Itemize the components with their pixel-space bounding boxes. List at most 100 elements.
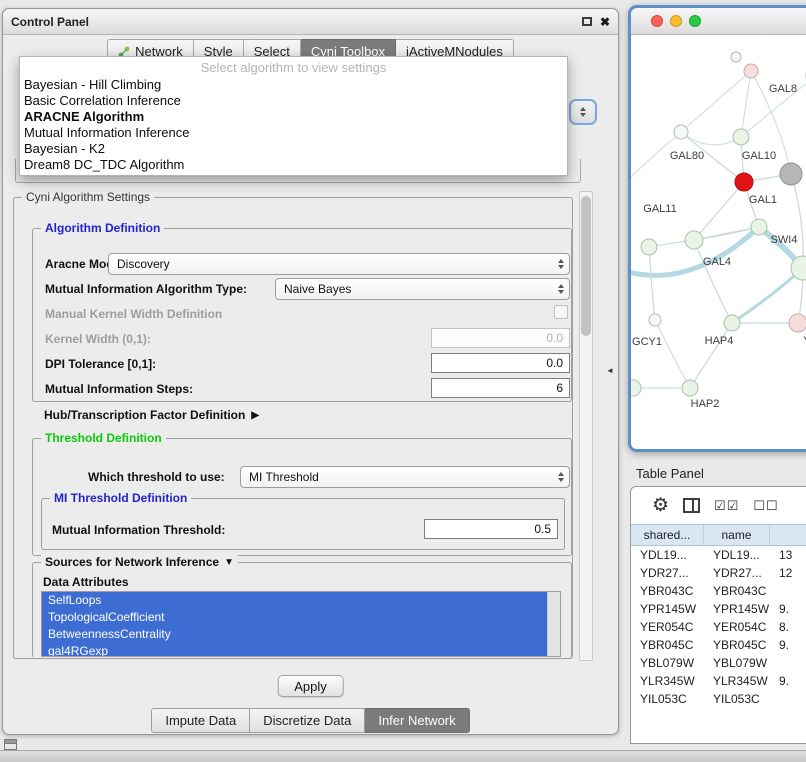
node-label: SWI4 — [771, 234, 798, 246]
column-selector-icon[interactable] — [683, 498, 700, 513]
table-row[interactable]: YPR145WYPR145W9. — [631, 600, 806, 618]
mi-steps-field[interactable]: 6 — [431, 378, 570, 398]
algorithm-popup-item[interactable]: Bayesian - Hill Climbing — [20, 77, 567, 93]
control-panel-titlebar[interactable]: Control Panel ✖ — [3, 9, 618, 35]
table-row[interactable]: YER054CYER054C8. — [631, 618, 806, 636]
column-header-shared-name[interactable]: shared... — [631, 525, 704, 545]
algorithm-popup-item[interactable]: Bayesian - K2 — [20, 141, 567, 157]
cyni-bottom-tabbar: Impute Data Discretize Data Infer Networ… — [3, 708, 618, 733]
algorithm-popup-item[interactable]: Dream8 DC_TDC Algorithm — [20, 157, 567, 173]
node-label: GAL10 — [742, 150, 776, 162]
network-window-titlebar[interactable] — [631, 8, 806, 35]
close-icon[interactable]: ✖ — [600, 16, 610, 28]
show-panel-icon[interactable] — [4, 739, 17, 750]
select-all-icon[interactable]: ☑☑ — [714, 499, 739, 512]
network-node[interactable] — [685, 231, 703, 249]
attribute-list-item[interactable]: gal4RGexp — [42, 643, 547, 657]
table-row[interactable]: YDR27...YDR27...12 — [631, 564, 806, 582]
network-node[interactable] — [649, 314, 661, 326]
kernel-width-field[interactable]: 0.0 — [431, 328, 570, 348]
mi-threshold-field[interactable]: 0.5 — [424, 519, 558, 539]
algorithm-popup-list: Bayesian - Hill ClimbingBasic Correlatio… — [20, 77, 567, 173]
network-canvas[interactable]: GAL8GAL80GAL10GAL11GAL1SWI4GAL4GCY1HAP4H… — [631, 35, 806, 449]
network-node[interactable] — [641, 239, 657, 255]
network-node[interactable] — [733, 129, 749, 145]
dpi-tolerance-field[interactable]: 0.0 — [431, 353, 570, 373]
manual-kernel-label: Manual Kernel Width Definition — [45, 307, 222, 321]
hub-definition-toggle[interactable]: Hub/Transcription Factor Definition ▶ — [44, 408, 259, 422]
network-edge — [649, 247, 655, 320]
unselect-all-icon[interactable]: ☐☐ — [753, 499, 778, 512]
manual-kernel-checkbox[interactable] — [554, 305, 568, 319]
close-traffic-light-icon[interactable] — [651, 15, 663, 27]
tab-infer-network[interactable]: Infer Network — [365, 708, 469, 733]
table-row[interactable]: YBR043CYBR043C — [631, 582, 806, 600]
group-title: Cyni Algorithm Settings — [22, 190, 154, 204]
zoom-traffic-light-icon[interactable] — [689, 15, 701, 27]
algorithm-popup-item[interactable]: Mutual Information Inference — [20, 125, 567, 141]
minimize-traffic-light-icon[interactable] — [670, 15, 682, 27]
combo-arrows-icon — [558, 284, 564, 294]
status-bar — [0, 750, 806, 762]
sources-toggle[interactable]: Sources for Network Inference ▼ — [41, 555, 238, 569]
network-node[interactable] — [631, 380, 641, 396]
column-header-extra[interactable] — [770, 525, 806, 545]
algorithm-popup-item[interactable]: ARACNE Algorithm — [20, 109, 567, 125]
network-node[interactable] — [674, 125, 688, 139]
attribute-list-scrollbar[interactable] — [547, 592, 560, 656]
table-cell: YBR043C — [704, 582, 770, 600]
network-node[interactable] — [751, 219, 767, 235]
network-node[interactable] — [780, 163, 802, 185]
attribute-list-item[interactable]: TopologicalCoefficient — [42, 609, 547, 626]
table-cell: YBR043C — [631, 582, 704, 600]
attribute-list-item[interactable]: BetweennessCentrality — [42, 626, 547, 643]
node-label: GAL1 — [749, 194, 777, 206]
aracne-mode-select[interactable]: Discovery — [108, 253, 570, 275]
mi-type-select[interactable]: Naive Bayes — [275, 278, 570, 300]
sources-title: Sources for Network Inference — [45, 555, 219, 569]
algorithm-combo-button[interactable] — [569, 99, 597, 125]
apply-button[interactable]: Apply — [277, 675, 344, 697]
tab-impute-data[interactable]: Impute Data — [151, 708, 250, 733]
algorithm-popup-placeholder: Select algorithm to view settings — [20, 59, 567, 77]
node-label: GAL8 — [769, 83, 797, 95]
gear-icon[interactable]: ⚙ — [652, 496, 669, 515]
float-window-icon[interactable] — [582, 17, 592, 26]
table-cell: YIL053C — [631, 690, 704, 708]
table-row[interactable]: YLR345WYLR345W9. — [631, 672, 806, 690]
algorithm-definition-group: Algorithm Definition Aracne Mode: Discov… — [32, 228, 572, 402]
network-edge — [732, 268, 803, 323]
table-cell: 12 — [770, 564, 806, 582]
network-node[interactable] — [724, 315, 740, 331]
table-header-row: shared... name — [631, 524, 806, 546]
panel-splitter-icon[interactable]: ◄ — [606, 366, 614, 375]
mi-threshold-label: Mutual Information Threshold: — [52, 523, 225, 537]
table-cell: YBR045C — [631, 636, 704, 654]
cyni-algorithm-settings-group: Cyni Algorithm Settings Algorithm Defini… — [13, 197, 573, 659]
collapse-arrow-icon: ▼ — [224, 557, 234, 568]
table-panel-title: Table Panel — [636, 466, 704, 481]
algorithm-popup-item[interactable]: Basic Correlation Inference — [20, 93, 567, 109]
scrollbar-thumb[interactable] — [581, 196, 591, 336]
table-row[interactable]: YBR045CYBR045C9. — [631, 636, 806, 654]
attribute-list-item[interactable]: SelfLoops — [42, 592, 547, 609]
selected-value: MI Threshold — [249, 470, 319, 484]
settings-scrollbar[interactable] — [579, 191, 593, 661]
table-body: YDL19...YDL19...13YDR27...YDR27...12YBR0… — [631, 546, 806, 708]
network-edge — [681, 132, 741, 145]
table-row[interactable]: YBL079WYBL079W — [631, 654, 806, 672]
node-label: HAP2 — [691, 398, 720, 410]
down-arrow-icon — [580, 113, 586, 117]
column-header-name[interactable]: name — [704, 525, 770, 545]
tab-discretize-data[interactable]: Discretize Data — [250, 708, 365, 733]
which-threshold-select[interactable]: MI Threshold — [240, 466, 570, 488]
network-node[interactable] — [744, 64, 758, 78]
table-row[interactable]: YIL053CYIL053C — [631, 690, 806, 708]
table-row[interactable]: YDL19...YDL19...13 — [631, 546, 806, 564]
data-attributes-label: Data Attributes — [43, 575, 129, 589]
network-node[interactable] — [735, 173, 753, 191]
table-cell: YDL19... — [704, 546, 770, 564]
network-node[interactable] — [789, 314, 806, 332]
network-node[interactable] — [682, 380, 698, 396]
network-node[interactable] — [731, 52, 741, 62]
